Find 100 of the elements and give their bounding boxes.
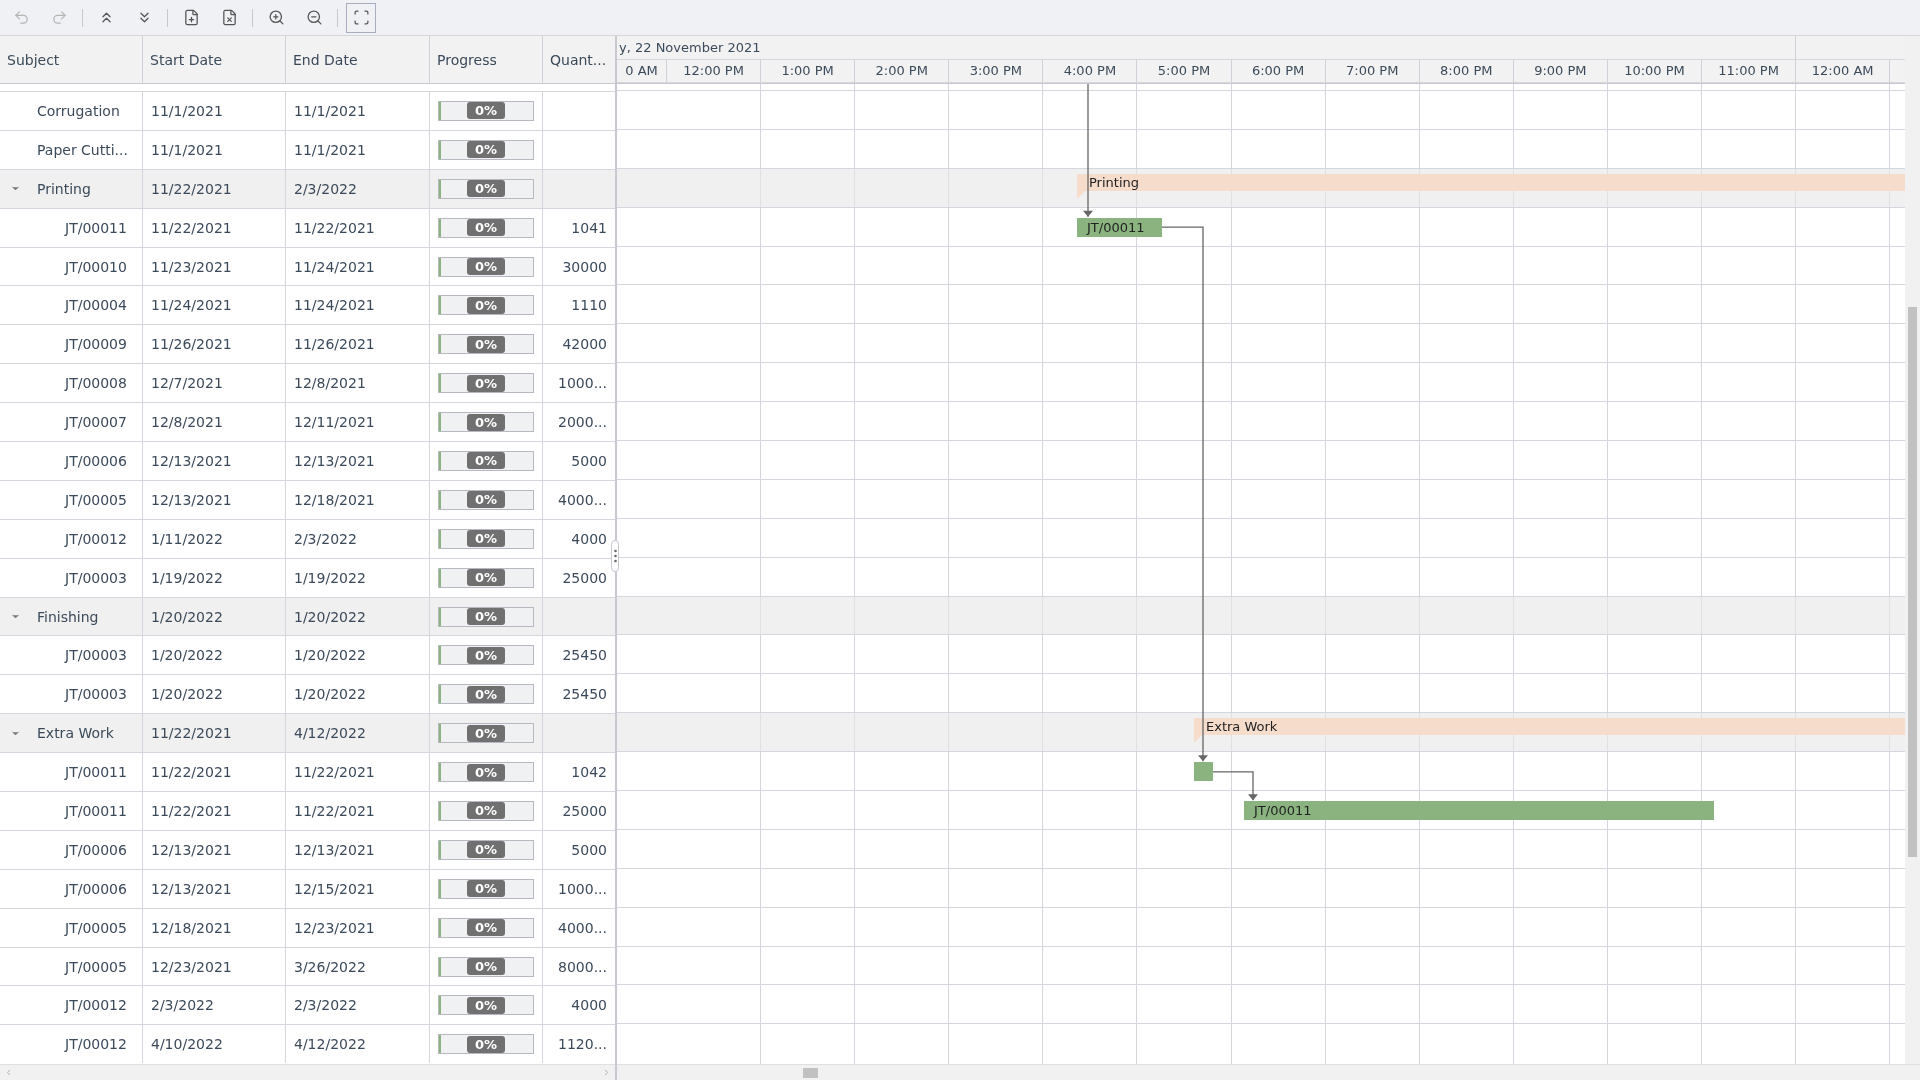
- progress-label: 0%: [466, 724, 506, 742]
- subject-text: JT/00005: [65, 919, 127, 936]
- quantity-text: 4000...: [558, 491, 607, 508]
- quantity-text: 8000...: [558, 958, 607, 975]
- progress-label: 0%: [466, 1035, 506, 1053]
- start-date: 11/23/2021: [151, 258, 232, 275]
- progress-label: 0%: [466, 374, 506, 392]
- subject-text: JT/00005: [65, 958, 127, 975]
- start-date: 1/20/2022: [151, 686, 223, 703]
- quantity-text: 2000...: [558, 414, 607, 431]
- quantity-text: 1042: [571, 764, 607, 781]
- column-header[interactable]: Progress: [430, 36, 543, 83]
- end-date: 1/20/2022: [294, 686, 366, 703]
- column-header[interactable]: Start Date: [143, 36, 286, 83]
- timeline-hour: 4:00 PM: [1043, 59, 1138, 82]
- progress-label: 0%: [466, 569, 506, 587]
- end-date: 12/23/2021: [294, 919, 375, 936]
- subject-text: Paper Cutti...: [37, 141, 128, 158]
- quantity-text: 4000: [571, 530, 607, 547]
- splitter-handle[interactable]: [611, 540, 619, 572]
- summary-bar[interactable]: Extra Work: [1194, 718, 1905, 744]
- column-header[interactable]: Subject: [0, 36, 143, 83]
- end-date: 11/24/2021: [294, 258, 375, 275]
- quantity-text: 25000: [562, 802, 607, 819]
- subject-text: JT/00006: [65, 880, 127, 897]
- timeline-hour: 8:00 PM: [1419, 59, 1514, 82]
- subject-text: JT/00007: [65, 414, 127, 431]
- end-date: 11/1/2021: [294, 141, 366, 158]
- column-header[interactable]: End Date: [286, 36, 430, 83]
- subject-text: JT/00006: [65, 841, 127, 858]
- end-date: 2/3/2022: [294, 530, 357, 547]
- column-header[interactable]: Quant...: [543, 36, 615, 83]
- subject-text: JT/00006: [65, 452, 127, 469]
- start-date: 11/24/2021: [151, 297, 232, 314]
- subject-text: JT/00003: [65, 647, 127, 664]
- subject-text: JT/00012: [65, 1036, 127, 1053]
- progress-label: 0%: [466, 763, 506, 781]
- start-date: 4/10/2022: [151, 1036, 223, 1053]
- progress-label: 0%: [466, 452, 506, 470]
- subject-text: JT/00004: [65, 297, 127, 314]
- end-date: 11/1/2021: [294, 102, 366, 119]
- progress-label: 0%: [466, 880, 506, 898]
- timeline-hour: 9:00 PM: [1513, 59, 1608, 82]
- subject-text: JT/00009: [65, 336, 127, 353]
- subject-text: JT/00011: [65, 802, 127, 819]
- timeline-hour: 0 AM: [617, 59, 667, 82]
- timeline-hour: 5:00 PM: [1137, 59, 1232, 82]
- end-date: 12/8/2021: [294, 375, 366, 392]
- subject-text: Extra Work: [37, 725, 114, 742]
- end-date: 1/20/2022: [294, 647, 366, 664]
- end-date: 2/3/2022: [294, 997, 357, 1014]
- quantity-text: 1000...: [558, 375, 607, 392]
- scroll-thumb[interactable]: [1908, 307, 1917, 857]
- progress-label: 0%: [466, 530, 506, 548]
- start-date: 11/26/2021: [151, 336, 232, 353]
- start-date: 11/22/2021: [151, 219, 232, 236]
- subject-text: JT/00012: [65, 997, 127, 1014]
- start-date: 12/18/2021: [151, 919, 232, 936]
- subject-text: JT/00011: [65, 764, 127, 781]
- quantity-text: 1120...: [558, 1036, 607, 1053]
- subject-text: JT/00010: [65, 258, 127, 275]
- quantity-text: 5000: [571, 841, 607, 858]
- timeline-hour: 6:00 PM: [1231, 59, 1326, 82]
- subject-text: Finishing: [37, 608, 99, 625]
- quantity-text: 25000: [562, 569, 607, 586]
- timeline-hour: 12:00 AM: [1796, 59, 1891, 82]
- start-date: 12/8/2021: [151, 414, 223, 431]
- quantity-text: 42000: [562, 336, 607, 353]
- quantity-text: 5000: [571, 452, 607, 469]
- end-date: 12/13/2021: [294, 841, 375, 858]
- scroll-thumb[interactable]: [803, 1067, 818, 1078]
- quantity-text: 1041: [571, 219, 607, 236]
- timeline-hour: 11:00 PM: [1702, 59, 1797, 82]
- vertical-scrollbar[interactable]: [1905, 36, 1920, 1064]
- timeline-day: y, 22 November 2021: [617, 36, 1797, 59]
- start-date: 12/23/2021: [151, 958, 232, 975]
- end-date: 11/22/2021: [294, 219, 375, 236]
- horizontal-scrollbar[interactable]: [617, 1064, 1920, 1080]
- start-date: 11/22/2021: [151, 180, 232, 197]
- progress-label: 0%: [466, 491, 506, 509]
- subject-text: JT/00012: [65, 530, 127, 547]
- progress-label: 0%: [466, 685, 506, 703]
- start-date: 1/11/2022: [151, 530, 223, 547]
- quantity-text: 25450: [562, 647, 607, 664]
- task-bar[interactable]: JT/00011: [1077, 217, 1162, 237]
- end-date: 12/11/2021: [294, 414, 375, 431]
- start-date: 12/13/2021: [151, 491, 232, 508]
- subject-text: JT/00011: [65, 219, 127, 236]
- quantity-text: 25450: [562, 686, 607, 703]
- start-date: 11/1/2021: [151, 141, 223, 158]
- subject-text: JT/00003: [65, 686, 127, 703]
- timeline-hour: 2:00 PM: [855, 59, 950, 82]
- start-date: 12/13/2021: [151, 841, 232, 858]
- fit-button[interactable]: [346, 2, 376, 33]
- summary-bar[interactable]: Printing: [1077, 173, 1905, 199]
- task-bar[interactable]: [1194, 762, 1213, 782]
- progress-label: 0%: [466, 102, 506, 120]
- task-bar[interactable]: JT/00011: [1244, 801, 1714, 821]
- progress-label: 0%: [466, 608, 506, 625]
- grip-dots-icon: [613, 549, 617, 563]
